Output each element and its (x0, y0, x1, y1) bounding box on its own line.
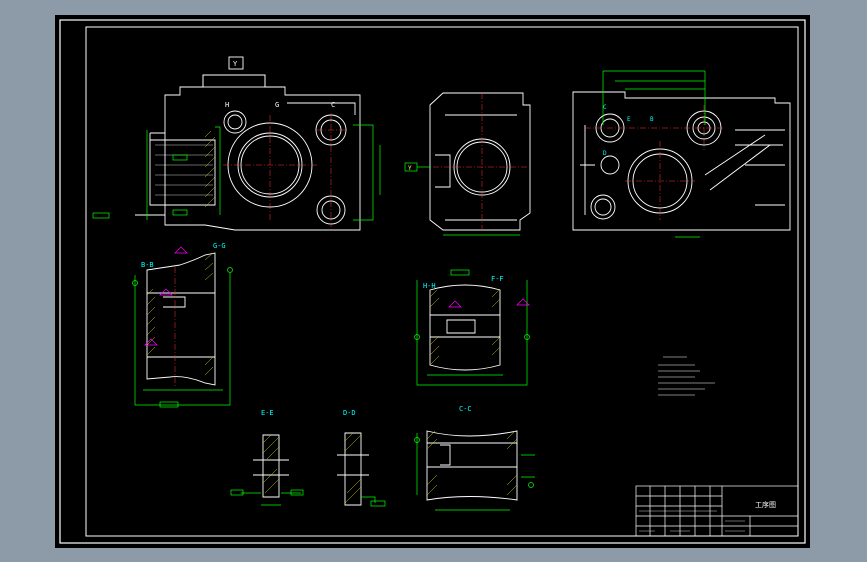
section-c-hatch (426, 430, 518, 496)
label-d-d: D-D (343, 409, 356, 417)
section-h-hatch (429, 288, 501, 366)
section-d-hatch (344, 432, 362, 504)
right-mark-e: E (627, 116, 631, 123)
section-c-view (426, 430, 518, 501)
box-y-label: Y (233, 60, 238, 68)
drawing-name: 工序图 (755, 500, 776, 509)
side-view (429, 92, 531, 231)
section-e-hatch (262, 434, 280, 494)
technical-notes (658, 356, 715, 396)
section-h-annotations (448, 298, 530, 308)
label-e-e: E-E (261, 409, 274, 417)
side-view-centerlines (433, 93, 531, 230)
label-c-c: C-C (459, 405, 472, 413)
top-view (572, 91, 791, 231)
section-d-view (337, 432, 369, 506)
cad-viewport[interactable]: Y H G C Y C E B D B-B G-G H-H F-F E-E D-… (55, 15, 810, 548)
section-e-dims (230, 489, 304, 506)
section-e-view (253, 434, 289, 498)
left-marker-y: Y (408, 165, 412, 172)
section-h-view (429, 284, 501, 371)
title-block-text-lines (639, 510, 745, 532)
inner-frame (85, 26, 799, 537)
section-b-view (146, 252, 216, 386)
right-mark-c: C (603, 104, 607, 111)
side-view-dims (404, 162, 520, 236)
front-view (135, 56, 361, 231)
label-h-front: H (225, 101, 229, 109)
section-d-dims (361, 496, 386, 507)
label-f-f: F-F (491, 275, 504, 283)
right-mark-b: B (650, 116, 654, 123)
front-view-hatch (204, 130, 216, 208)
right-mark-d: D (603, 150, 607, 157)
label-c-front: C (331, 101, 335, 109)
label-g-g: G-G (213, 242, 226, 250)
cad-drawing: Y H G C Y C E B D B-B G-G H-H F-F E-E D-… (59, 19, 806, 544)
label-g-front: G (275, 101, 279, 109)
section-b-dims (132, 267, 233, 408)
label-b-b: B-B (141, 261, 154, 269)
